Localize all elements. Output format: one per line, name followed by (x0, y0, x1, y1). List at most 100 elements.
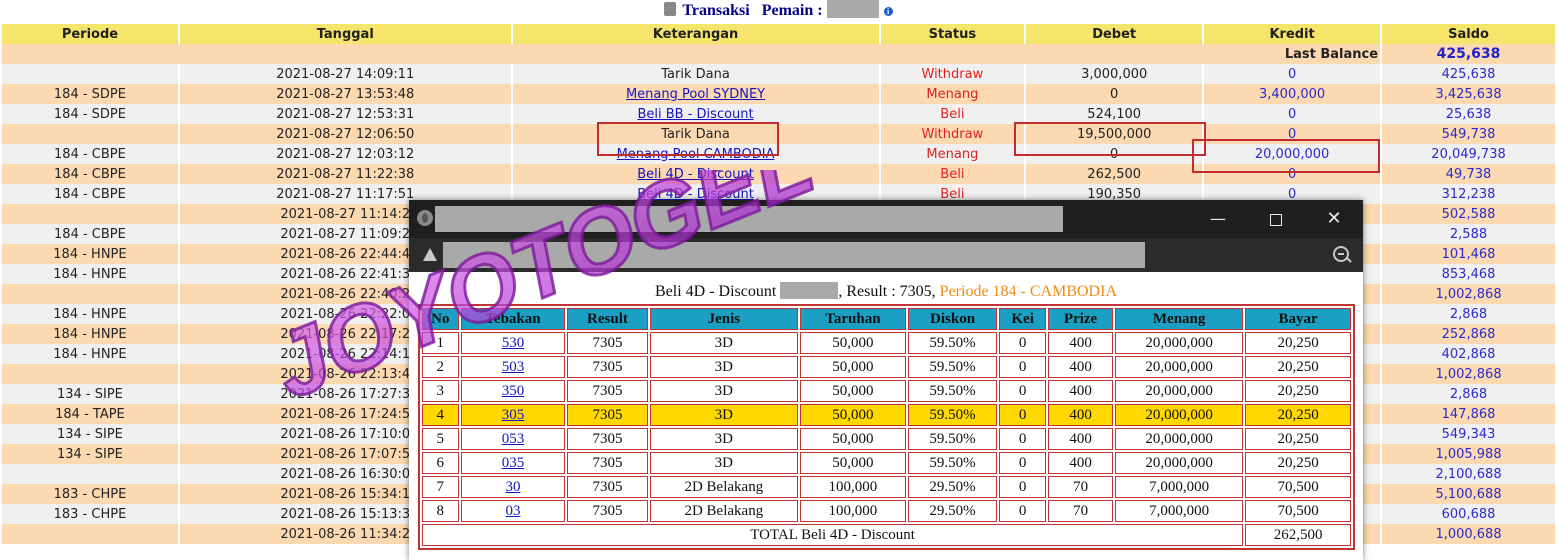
cell-keterangan: Menang Pool SYDNEY (512, 84, 879, 104)
last-balance-label: Last Balance (2, 44, 1381, 64)
detail-row: 4 305 7305 3D 50,000 59.50% 0 400 20,000,000 20,2… (422, 404, 1351, 426)
tebakan-link[interactable]: 503 (502, 359, 525, 375)
close-button[interactable]: ✕ (1305, 200, 1363, 238)
detail-col-result: Result (567, 308, 648, 330)
cell-saldo: 25,638 (1382, 104, 1555, 124)
detail-cell-menang: 20,000,000 (1115, 332, 1244, 354)
tebakan-link[interactable]: 30 (505, 479, 520, 495)
minimize-button[interactable]: — (1189, 200, 1247, 238)
detail-cell-no: 8 (422, 500, 459, 522)
highlight-box-kredit (1192, 139, 1380, 173)
cell-keterangan: Tarik Dana (512, 64, 879, 84)
detail-cell-tebakan: 053 (460, 428, 566, 450)
cell-tanggal: 2021-08-27 11:22:38 (179, 164, 511, 184)
detail-cell-kei: 0 (999, 356, 1047, 378)
cell-saldo: 101,468 (1382, 244, 1555, 264)
detail-cell-kei: 0 (999, 332, 1047, 354)
detail-cell-kei: 0 (999, 500, 1047, 522)
cell-periode: 184 - HNPE (2, 244, 178, 264)
detail-cell-taruhan: 50,000 (800, 452, 906, 474)
cell-periode: 184 - HNPE (2, 264, 178, 284)
col-header-keterangan: Keterangan (512, 24, 879, 44)
detail-cell-prize: 70 (1048, 476, 1114, 498)
cell-tanggal: 2021-08-27 12:53:31 (179, 104, 511, 124)
detail-cell-no: 3 (422, 380, 459, 402)
keterangan-link[interactable]: Beli 4D - Discount (637, 167, 754, 182)
detail-cell-prize: 400 (1048, 404, 1114, 426)
detail-row: 7 30 7305 2D Belakang 100,000 29.50% 0 70 7,000,… (422, 476, 1351, 498)
cell-periode: 184 - HNPE (2, 344, 178, 364)
cell-kredit: 0 (1204, 64, 1381, 84)
detail-title: Beli 4D - Discount , Result : 7305, Peri… (409, 282, 1363, 301)
col-header-periode: Periode (2, 24, 178, 44)
tebakan-link[interactable]: 035 (502, 455, 525, 471)
detail-row: 8 03 7305 2D Belakang 100,000 29.50% 0 70 7,000,… (422, 500, 1351, 522)
cell-periode: 134 - SIPE (2, 444, 178, 464)
detail-periode: Periode 184 - CAMBODIA (939, 283, 1117, 300)
detail-cell-result: 7305 (567, 332, 648, 354)
col-header-saldo: Saldo (1382, 24, 1555, 44)
cell-debet: 524,100 (1026, 104, 1203, 124)
detail-cell-diskon: 29.50% (907, 500, 998, 522)
detail-cell-diskon: 59.50% (907, 380, 998, 402)
detail-cell-taruhan: 50,000 (800, 404, 906, 426)
detail-cell-prize: 400 (1048, 428, 1114, 450)
detail-cell-bayar: 20,250 (1245, 428, 1351, 450)
cell-periode (2, 124, 178, 144)
cell-periode: 183 - CHPE (2, 504, 178, 524)
tebakan-link[interactable]: 530 (502, 335, 525, 351)
detail-cell-kei: 0 (999, 452, 1047, 474)
detail-cell-prize: 70 (1048, 500, 1114, 522)
cell-periode: 184 - SDPE (2, 84, 178, 104)
detail-cell-tebakan: 350 (460, 380, 566, 402)
cell-saldo: 853,468 (1382, 264, 1555, 284)
detail-cell-tebakan: 305 (460, 404, 566, 426)
col-header-kredit: Kredit (1204, 24, 1381, 44)
cell-saldo: 1,000,688 (1382, 524, 1555, 544)
detail-cell-result: 7305 (567, 404, 648, 426)
detail-cell-taruhan: 100,000 (800, 476, 906, 498)
detail-cell-result: 7305 (567, 476, 648, 498)
detail-header-row: No Tebakan Result Jenis Taruhan Diskon K… (422, 308, 1351, 330)
last-balance-row: Last Balance 425,638 (2, 44, 1555, 64)
detail-cell-jenis: 3D (649, 452, 799, 474)
detail-col-menang: Menang (1115, 308, 1244, 330)
detail-total-row: TOTAL Beli 4D - Discount 262,500 (422, 524, 1351, 546)
cell-saldo: 1,002,868 (1382, 284, 1555, 304)
zoom-out-icon[interactable] (1333, 246, 1349, 262)
detail-cell-bayar: 20,250 (1245, 380, 1351, 402)
cell-tanggal: 2021-08-27 14:09:11 (179, 64, 511, 84)
detail-cell-result: 7305 (567, 380, 648, 402)
cell-periode: 184 - CBPE (2, 184, 178, 204)
detail-row: 3 350 7305 3D 50,000 59.50% 0 400 20,000,000 20,2… (422, 380, 1351, 402)
detail-col-taruhan: Taruhan (800, 308, 906, 330)
detail-col-bayar: Bayar (1245, 308, 1351, 330)
info-icon[interactable]: i (883, 7, 893, 16)
redacted-address[interactable] (443, 242, 1145, 268)
cell-status: Beli (880, 164, 1025, 184)
maximize-button[interactable] (1247, 200, 1305, 238)
cell-kredit: 0 (1204, 104, 1381, 124)
cell-periode: 184 - CBPE (2, 164, 178, 184)
keterangan-link[interactable]: Menang Pool SYDNEY (626, 87, 765, 102)
redacted-window-title (435, 206, 1063, 232)
table-row: 2021-08-27 14:09:11 Tarik Dana Withdraw 3,0… (2, 64, 1555, 84)
detail-cell-tebakan: 30 (460, 476, 566, 498)
cell-periode: 184 - HNPE (2, 324, 178, 344)
cell-periode: 184 - HNPE (2, 304, 178, 324)
cell-saldo: 1,002,868 (1382, 364, 1555, 384)
cell-status: Withdraw (880, 124, 1025, 144)
detail-cell-taruhan: 50,000 (800, 380, 906, 402)
tebakan-link[interactable]: 350 (502, 383, 525, 399)
tebakan-link[interactable]: 305 (502, 407, 525, 423)
pemain-label: Pemain : (761, 2, 823, 19)
cell-saldo: 502,588 (1382, 204, 1555, 224)
keterangan-link[interactable]: Beli BB - Discount (637, 107, 753, 122)
highlight-box-tarik-dana (597, 122, 779, 156)
tebakan-link[interactable]: 053 (502, 431, 525, 447)
cell-status: Menang (880, 144, 1025, 164)
cell-saldo: 549,738 (1382, 124, 1555, 144)
cell-periode: 134 - SIPE (2, 384, 178, 404)
cell-keterangan: Beli BB - Discount (512, 104, 879, 124)
tebakan-link[interactable]: 03 (505, 503, 520, 519)
